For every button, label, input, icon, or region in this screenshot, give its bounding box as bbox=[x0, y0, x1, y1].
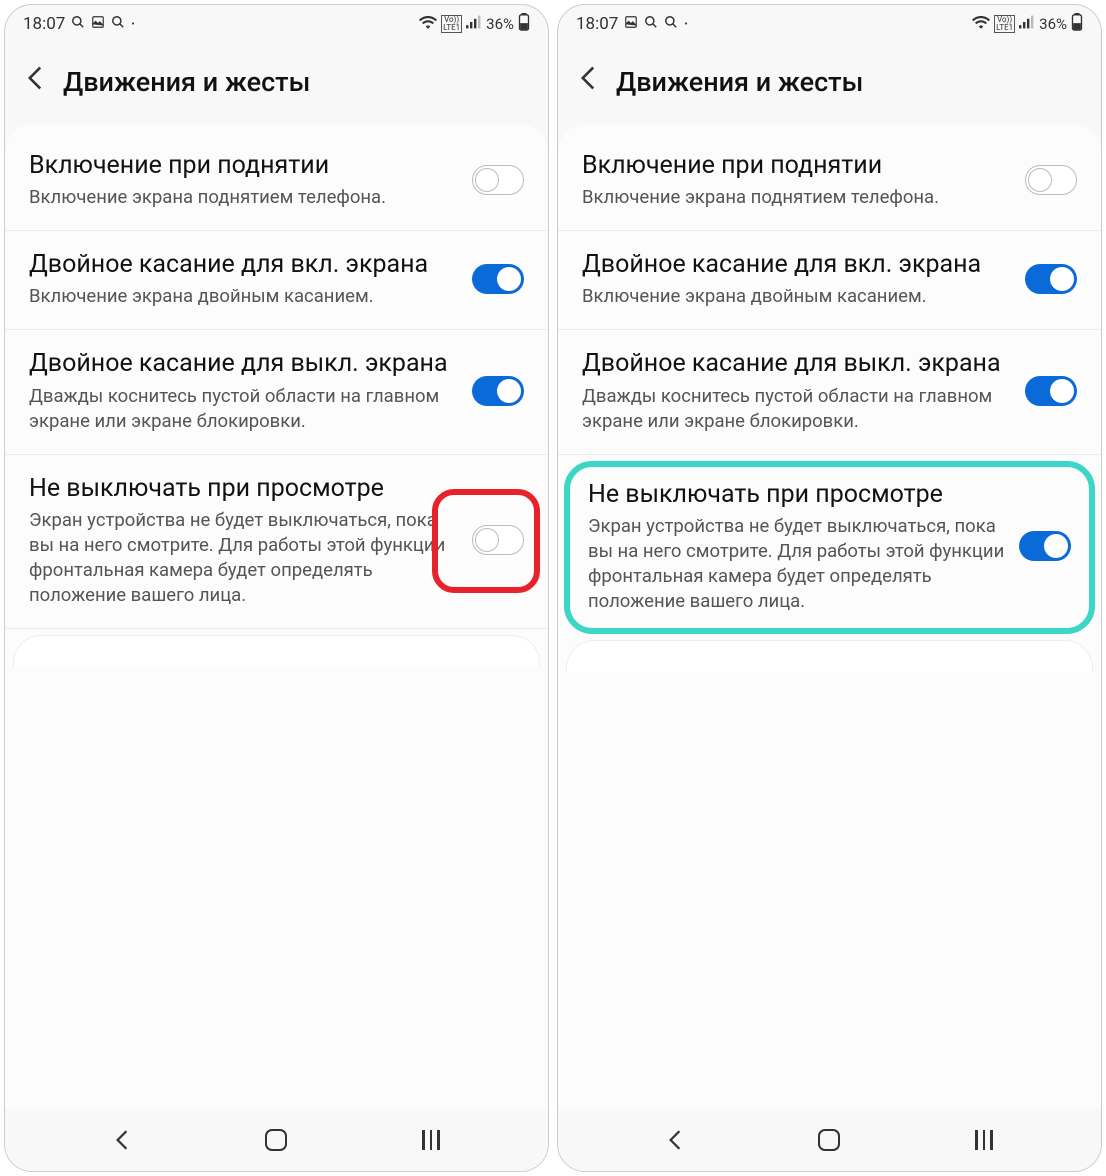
battery-percent: 36% bbox=[486, 15, 514, 33]
page-title: Движения и жесты bbox=[616, 66, 863, 98]
nav-back-button[interactable] bbox=[104, 1129, 140, 1151]
status-left: 18:07 • bbox=[23, 14, 135, 34]
setting-title: Двойное касание для выкл. экрана bbox=[29, 348, 460, 379]
navigation-bar bbox=[558, 1109, 1101, 1171]
toggle-lift-wake[interactable] bbox=[472, 165, 524, 195]
setting-desc: Экран устройства не будет выключаться, п… bbox=[29, 508, 460, 608]
annotation-highlight-teal: Не выключать при просмотре Экран устройс… bbox=[564, 461, 1095, 634]
status-right: Vo)) LTE1 36% bbox=[419, 13, 530, 35]
setting-stay-on-while-viewing[interactable]: Не выключать при просмотре Экран устройс… bbox=[5, 455, 548, 629]
app-header: Движения и жесты bbox=[558, 43, 1101, 124]
battery-percent: 36% bbox=[1039, 15, 1067, 33]
settings-list: Включение при поднятии Включение экрана … bbox=[558, 124, 1101, 1109]
setting-desc: Включение экрана двойным касанием. bbox=[582, 284, 1013, 309]
gallery-icon bbox=[624, 15, 638, 33]
dot-icon: • bbox=[131, 19, 134, 30]
setting-stay-on-while-viewing[interactable]: Не выключать при просмотре Экран устройс… bbox=[588, 479, 1007, 614]
search-icon bbox=[71, 15, 85, 33]
wifi-icon bbox=[419, 15, 437, 33]
nav-back-button[interactable] bbox=[657, 1129, 693, 1151]
battery-icon bbox=[518, 13, 530, 35]
nav-home-button[interactable] bbox=[258, 1129, 294, 1151]
status-time: 18:07 bbox=[576, 14, 618, 34]
page-title: Движения и жесты bbox=[63, 66, 310, 98]
setting-double-tap-off[interactable]: Двойное касание для выкл. экрана Дважды … bbox=[5, 330, 548, 454]
setting-title: Двойное касание для выкл. экрана bbox=[582, 348, 1013, 379]
dot-icon: • bbox=[684, 19, 687, 30]
setting-title: Не выключать при просмотре bbox=[29, 473, 460, 504]
nav-recents-button[interactable] bbox=[413, 1130, 449, 1150]
status-time: 18:07 bbox=[23, 14, 65, 34]
battery-icon bbox=[1071, 13, 1083, 35]
back-button[interactable] bbox=[578, 61, 598, 102]
navigation-bar bbox=[5, 1109, 548, 1171]
phone-screenshot-left: 18:07 • Vo)) LTE1 36% bbox=[4, 4, 549, 1172]
next-card-peek bbox=[566, 640, 1093, 672]
toggle-double-tap-on[interactable] bbox=[1025, 264, 1077, 294]
toggle-stay-on[interactable] bbox=[1019, 531, 1071, 561]
phone-screenshot-right: 18:07 • Vo)) LTE1 36% bbox=[557, 4, 1102, 1172]
search-icon bbox=[644, 15, 658, 33]
signal-icon bbox=[466, 15, 482, 33]
setting-lift-wake[interactable]: Включение при поднятии Включение экрана … bbox=[5, 132, 548, 231]
setting-desc: Дважды коснитесь пустой области на главн… bbox=[29, 384, 460, 434]
setting-title: Включение при поднятии bbox=[29, 150, 460, 181]
next-card-peek bbox=[13, 635, 540, 667]
setting-double-tap-off[interactable]: Двойное касание для выкл. экрана Дважды … bbox=[558, 330, 1101, 454]
toggle-double-tap-on[interactable] bbox=[472, 264, 524, 294]
settings-list: Включение при поднятии Включение экрана … bbox=[5, 124, 548, 1109]
setting-desc: Включение экрана поднятием телефона. bbox=[582, 185, 1013, 210]
volte-icon: Vo)) LTE1 bbox=[441, 15, 462, 33]
setting-desc: Экран устройства не будет выключаться, п… bbox=[588, 514, 1007, 614]
status-bar: 18:07 • Vo)) LTE1 36% bbox=[558, 5, 1101, 43]
back-button[interactable] bbox=[25, 61, 45, 102]
setting-title: Двойное касание для вкл. экрана bbox=[29, 249, 460, 280]
status-right: Vo)) LTE1 36% bbox=[972, 13, 1083, 35]
toggle-lift-wake[interactable] bbox=[1025, 165, 1077, 195]
setting-desc: Включение экрана двойным касанием. bbox=[29, 284, 460, 309]
status-left: 18:07 • bbox=[576, 14, 688, 34]
status-bar: 18:07 • Vo)) LTE1 36% bbox=[5, 5, 548, 43]
setting-double-tap-on[interactable]: Двойное касание для вкл. экрана Включени… bbox=[5, 231, 548, 330]
app-header: Движения и жесты bbox=[5, 43, 548, 124]
gallery-icon bbox=[91, 15, 105, 33]
signal-icon bbox=[1019, 15, 1035, 33]
setting-title: Включение при поднятии bbox=[582, 150, 1013, 181]
wifi-icon bbox=[972, 15, 990, 33]
toggle-stay-on[interactable] bbox=[472, 525, 524, 555]
setting-double-tap-on[interactable]: Двойное касание для вкл. экрана Включени… bbox=[558, 231, 1101, 330]
setting-title: Не выключать при просмотре bbox=[588, 479, 1007, 510]
search-icon bbox=[111, 15, 125, 33]
setting-desc: Дважды коснитесь пустой области на главн… bbox=[582, 384, 1013, 434]
search-icon bbox=[664, 15, 678, 33]
setting-desc: Включение экрана поднятием телефона. bbox=[29, 185, 460, 210]
setting-title: Двойное касание для вкл. экрана bbox=[582, 249, 1013, 280]
setting-lift-wake[interactable]: Включение при поднятии Включение экрана … bbox=[558, 132, 1101, 231]
nav-home-button[interactable] bbox=[811, 1129, 847, 1151]
toggle-double-tap-off[interactable] bbox=[1025, 376, 1077, 406]
volte-icon: Vo)) LTE1 bbox=[994, 15, 1015, 33]
nav-recents-button[interactable] bbox=[966, 1130, 1002, 1150]
toggle-double-tap-off[interactable] bbox=[472, 376, 524, 406]
